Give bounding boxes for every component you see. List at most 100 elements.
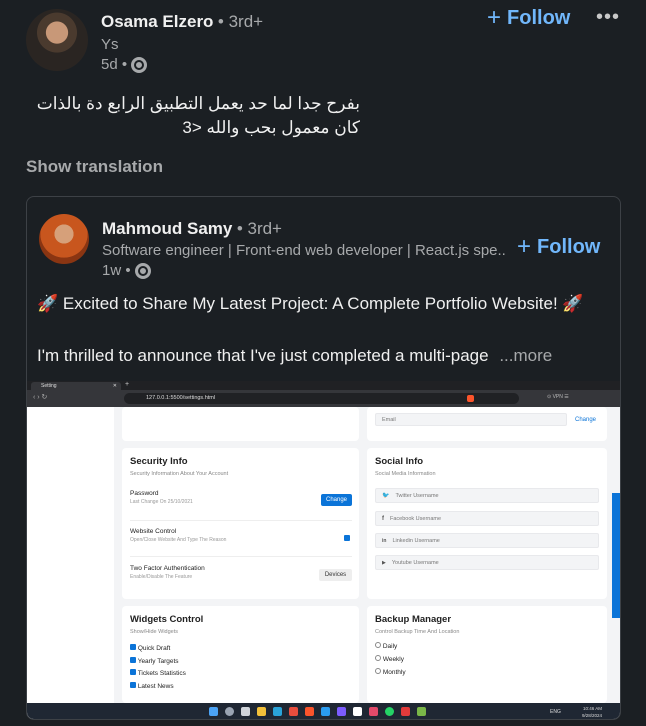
checkbox-checked[interactable] — [130, 657, 136, 663]
vpn-icon[interactable]: ⊙ VPN ☰ — [547, 394, 569, 400]
shared-author-name[interactable]: Mahmoud Samy — [102, 219, 232, 238]
twitter-placeholder: Twitter Username — [395, 492, 439, 499]
facebook-input[interactable]: f Facebook Username — [375, 511, 599, 526]
shared-author-headline: Software engineer | Front-end web develo… — [102, 242, 507, 259]
brave-shield-icon[interactable] — [467, 395, 474, 402]
widgets-title: Widgets Control — [130, 614, 204, 625]
windows-start-icon[interactable] — [209, 707, 218, 716]
shared-image[interactable]: Setting ✕ + ‹ › ↻ 127.0.0.1:5500/setting… — [27, 381, 620, 719]
widget-item[interactable]: Tickets Statistics — [130, 669, 186, 677]
clock-time: 10:46 AM — [583, 706, 603, 711]
taskbar: ENG 10:46 AM 9/28/2024 — [27, 703, 620, 719]
widget-item[interactable]: Quick Draft — [130, 644, 170, 652]
url-text: 127.0.0.1:5500/settings.html — [146, 395, 216, 401]
plus-icon: + — [517, 233, 532, 260]
file-explorer-icon[interactable] — [257, 707, 266, 716]
author-name[interactable]: Osama Elzero — [101, 12, 213, 31]
linkedin-placeholder: Linkedin Username — [392, 537, 440, 544]
app-icon[interactable] — [337, 707, 346, 716]
shared-follow-label: Follow — [537, 235, 601, 258]
author-avatar[interactable] — [26, 9, 88, 71]
nav-icons[interactable]: ‹ › ↻ — [33, 393, 47, 401]
radio-button[interactable] — [375, 655, 381, 661]
widget-label: Latest News — [137, 683, 174, 690]
see-more-link[interactable]: ...more — [499, 346, 552, 365]
vscode-icon[interactable] — [321, 707, 330, 716]
social-subtitle: Social Media Information — [375, 471, 436, 477]
website-sub: Open/Close Website And Type The Reason — [130, 537, 227, 543]
clock[interactable]: 10:46 AM 9/28/2024 — [582, 705, 602, 719]
shared-text-line2: I'm thrilled to announce that I've just … — [37, 346, 552, 366]
browser-tab-strip: Setting ✕ + — [27, 381, 620, 390]
twofa-row: Two Factor Authentication Enable/Disable… — [130, 565, 205, 580]
twofa-label: Two Factor Authentication — [130, 565, 205, 572]
shared-follow-button[interactable]: + Follow — [517, 235, 600, 259]
radio-button[interactable] — [375, 642, 381, 648]
backup-option[interactable]: Daily — [375, 642, 397, 650]
address-bar[interactable]: 127.0.0.1:5500/settings.html — [124, 393, 519, 404]
website-toggle-checkbox[interactable] — [344, 535, 350, 541]
website-row: Website Control Open/Close Website And T… — [130, 528, 226, 543]
backup-option[interactable]: Monthly — [375, 668, 406, 676]
author-headline: Ys — [101, 36, 119, 53]
checkbox-checked[interactable] — [130, 669, 136, 675]
divider — [130, 556, 352, 557]
author-line: Osama Elzero • 3rd+ — [101, 12, 263, 32]
widget-item[interactable]: Yearly Targets — [130, 657, 179, 665]
twofa-sub: Enable/Disable The Feature — [130, 574, 193, 580]
email-input[interactable]: Email — [375, 413, 567, 426]
password-row: Password Last Change On 25/10/2021 — [130, 490, 193, 505]
widget-item[interactable]: Latest News — [130, 682, 174, 690]
top-right-panel: Email Change — [367, 407, 607, 441]
youtube-input[interactable]: ▶ Youtube Username — [375, 555, 599, 570]
backup-option[interactable]: Weekly — [375, 655, 404, 663]
app-icon[interactable] — [401, 707, 410, 716]
divider — [130, 520, 352, 521]
follow-button[interactable]: + Follow — [487, 6, 570, 30]
author-degree: • 3rd+ — [217, 12, 264, 31]
password-label: Password — [130, 490, 159, 497]
show-translation-link[interactable]: Show translation — [26, 157, 163, 177]
email-placeholder: Email — [382, 416, 396, 423]
youtube-placeholder: Youtube Username — [391, 559, 439, 566]
linkedin-input[interactable]: in Linkedin Username — [375, 533, 599, 548]
post-text-line1: بفرح جدا لما حد يعمل التطبيق الرابع دة ب… — [36, 94, 360, 113]
widget-label: Tickets Statistics — [137, 670, 186, 677]
password-sub: Last Change On 25/10/2021 — [130, 499, 193, 505]
browser-tab[interactable]: Setting ✕ — [31, 382, 121, 390]
ellipsis-icon[interactable]: ••• — [596, 6, 620, 29]
twitter-input[interactable]: 🐦 Twitter Username — [375, 488, 599, 503]
scrollbar-thumb[interactable] — [612, 493, 620, 618]
facebook-icon: f — [382, 515, 384, 522]
email-change-link[interactable]: Change — [575, 417, 596, 423]
shared-post-time: 1w • — [102, 262, 151, 280]
brave-icon[interactable] — [305, 707, 314, 716]
app-icon[interactable] — [369, 707, 378, 716]
password-change-button[interactable]: Change — [321, 494, 352, 506]
security-subtitle: Security Information About Your Account — [130, 471, 229, 477]
backup-title: Backup Manager — [375, 614, 452, 625]
close-icon[interactable]: ✕ — [113, 383, 117, 389]
widget-label: Yearly Targets — [137, 658, 179, 665]
new-tab-icon[interactable]: + — [125, 381, 129, 388]
globe-icon — [134, 263, 151, 280]
post-time-text: 5d • — [101, 56, 128, 73]
app-icon[interactable] — [417, 707, 426, 716]
facebook-placeholder: Facebook Username — [390, 515, 442, 522]
task-view-icon[interactable] — [241, 707, 250, 716]
shared-post-card[interactable]: Mahmoud Samy • 3rd+ Software engineer | … — [26, 196, 621, 720]
devices-button[interactable]: Devices — [319, 569, 352, 581]
app-icon[interactable] — [353, 707, 362, 716]
backup-subtitle: Control Backup Time And Location — [375, 629, 460, 635]
whatsapp-icon[interactable] — [385, 707, 394, 716]
app-icon[interactable] — [289, 707, 298, 716]
edge-icon[interactable] — [273, 707, 282, 716]
checkbox-checked[interactable] — [130, 682, 136, 688]
security-title: Security Info — [130, 456, 188, 467]
shared-author-avatar[interactable] — [39, 214, 89, 264]
shared-text-line2-text: I'm thrilled to announce that I've just … — [37, 346, 489, 365]
language-indicator[interactable]: ENG — [550, 709, 561, 715]
search-icon[interactable] — [225, 707, 234, 716]
checkbox-checked[interactable] — [130, 644, 136, 650]
radio-button[interactable] — [375, 668, 381, 674]
